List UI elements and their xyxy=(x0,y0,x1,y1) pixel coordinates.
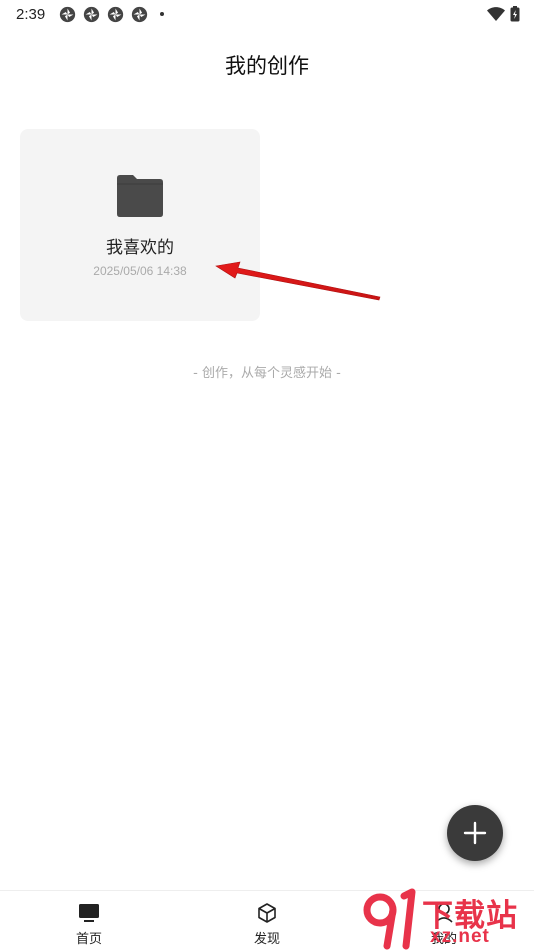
nav-label-home: 首页 xyxy=(75,932,102,947)
folder-icon xyxy=(117,175,163,217)
plus-icon xyxy=(463,821,487,845)
more-notifications-dot xyxy=(160,12,165,16)
battery-icon xyxy=(510,6,520,22)
watermark-91-icon xyxy=(363,888,416,950)
watermark-en: xz.net xyxy=(430,926,490,947)
system-icons xyxy=(487,6,520,22)
folder-date: 2025/05/06 14:38 xyxy=(93,264,187,278)
wifi-icon xyxy=(487,7,505,21)
folder-card[interactable]: 我喜欢的 2025/05/06 14:38 xyxy=(20,129,260,321)
page-title: 我的创作 xyxy=(225,54,309,78)
add-button[interactable] xyxy=(447,805,503,861)
screen: 2:39 我的创作 我喜欢的 2025/05/06 14:38 - 创作，从每个… xyxy=(0,0,534,950)
folder-name: 我喜欢的 xyxy=(106,238,174,258)
notification-icons xyxy=(59,6,165,23)
nav-item-home[interactable]: 首页 xyxy=(29,891,149,950)
notification-app-icon xyxy=(108,6,124,22)
notification-app-icon xyxy=(132,6,148,22)
status-time: 2:39 xyxy=(16,5,46,23)
nav-label-discover: 发现 xyxy=(253,932,280,947)
notification-app-icon xyxy=(60,6,76,22)
monitor-icon xyxy=(79,904,99,922)
empty-hint: - 创作，从每个灵感开始 - xyxy=(193,366,341,381)
nav-item-discover[interactable]: 发现 xyxy=(207,891,327,950)
status-bar: 2:39 xyxy=(0,0,534,28)
cube-icon xyxy=(258,903,276,923)
notification-app-icon xyxy=(84,6,100,22)
watermark-logo: 下载站 xz.net xyxy=(360,888,534,950)
